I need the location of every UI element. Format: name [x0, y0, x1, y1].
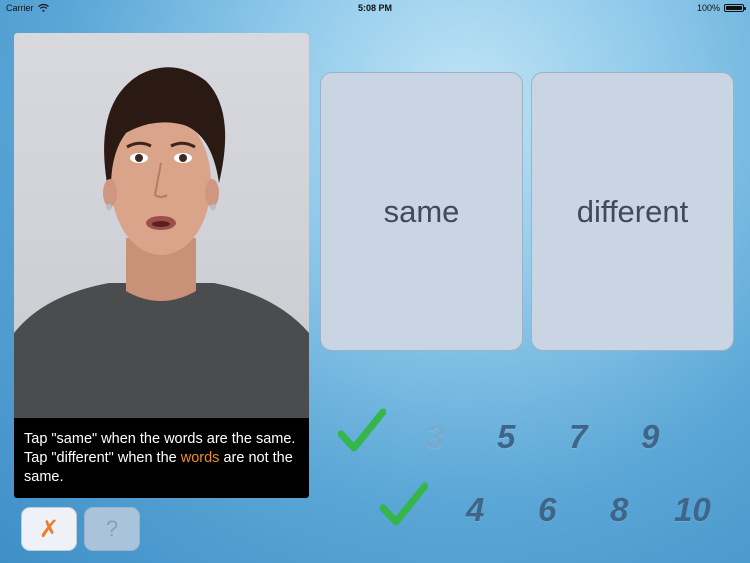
progress-number: 4 — [466, 491, 485, 528]
progress-number: 5 — [497, 418, 516, 455]
different-label: different — [576, 193, 689, 229]
progress-number: 10 — [674, 491, 711, 528]
close-button[interactable]: ✗ — [21, 507, 77, 551]
instruction-caption: Tap "same" when the words are the same. … — [24, 430, 299, 487]
help-button[interactable]: ? — [84, 507, 140, 551]
video-panel: Tap "same" when the words are the same. … — [14, 33, 309, 498]
close-icon: ✗ — [38, 515, 60, 543]
progress-number: 8 — [610, 491, 629, 528]
progress-number: 7 — [569, 418, 588, 455]
status-bar: Carrier 5:08 PM 100% — [0, 0, 750, 16]
instructor-video[interactable] — [14, 33, 309, 418]
same-label: same — [383, 193, 460, 229]
progress-number: 3 — [426, 418, 445, 455]
battery-icon — [724, 4, 746, 12]
help-icon: ? — [105, 516, 119, 541]
battery-percent: 100% — [696, 3, 720, 13]
same-button[interactable]: same — [320, 72, 523, 351]
clock: 5:08 PM — [357, 3, 392, 13]
different-button[interactable]: different — [531, 72, 734, 351]
caption-highlight: words — [180, 450, 220, 466]
battery-fill — [726, 6, 742, 10]
instructor-figure — [14, 67, 309, 418]
progress-number: 9 — [641, 418, 660, 455]
progress-number: 6 — [538, 491, 557, 528]
check-icon — [338, 408, 386, 452]
check-icon — [380, 482, 428, 526]
